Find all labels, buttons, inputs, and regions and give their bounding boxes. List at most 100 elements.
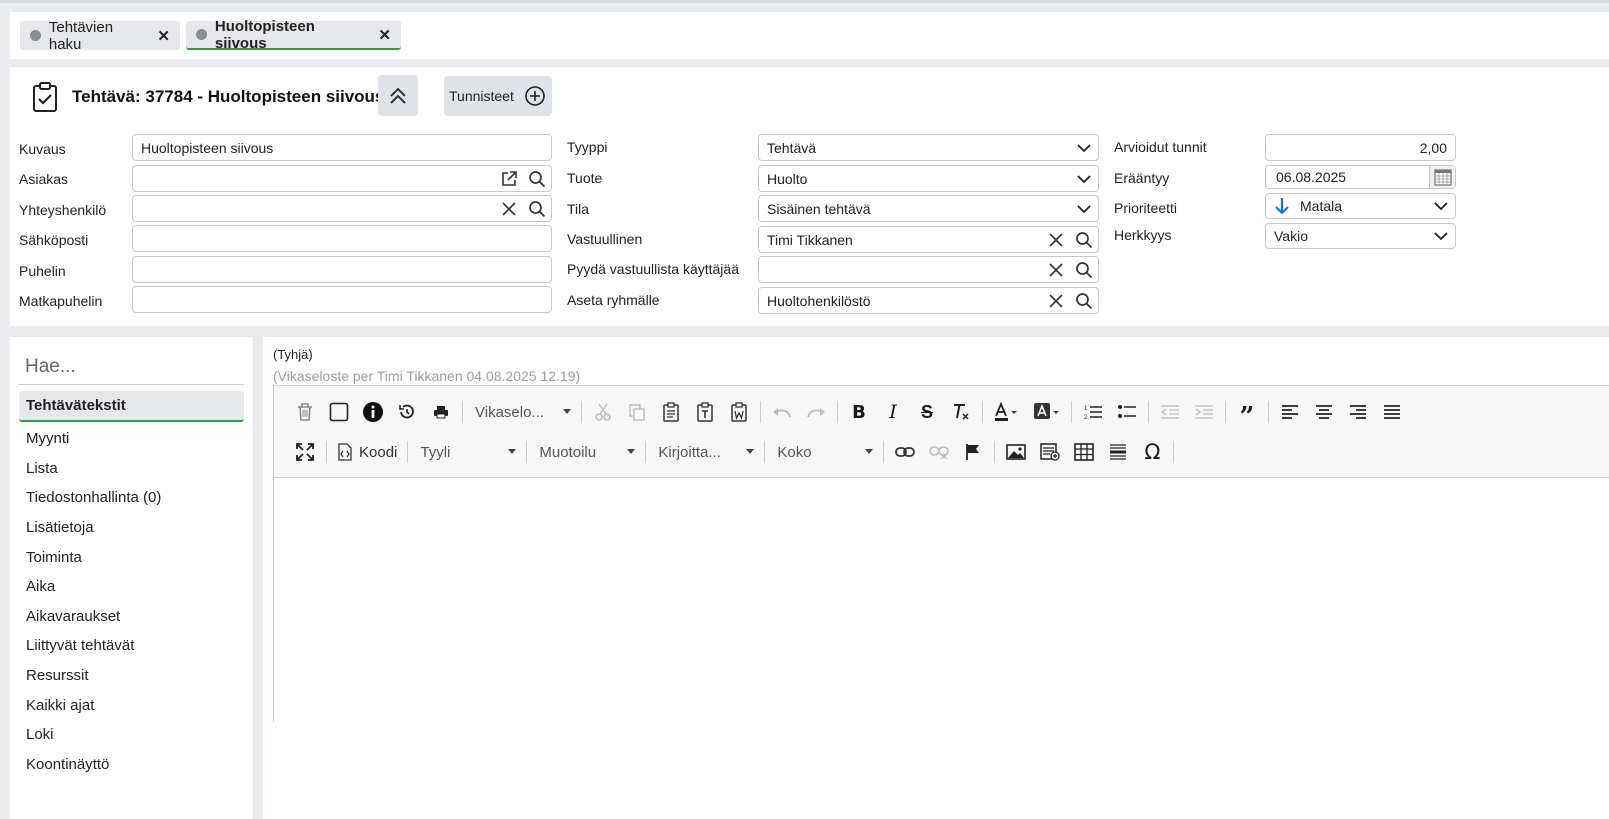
- collapse-button[interactable]: [378, 75, 418, 116]
- source-code-button[interactable]: Koodi: [331, 437, 403, 467]
- search-icon[interactable]: [1070, 288, 1098, 313]
- nav-item-tiedostonhallinta[interactable]: Tiedostonhallinta (0): [19, 483, 244, 513]
- open-external-icon[interactable]: [495, 166, 523, 191]
- print-icon[interactable]: [424, 397, 458, 427]
- arvioidut-tunnit-field[interactable]: 2,00: [1265, 134, 1456, 161]
- table-icon[interactable]: [1067, 437, 1101, 467]
- tila-select[interactable]: Sisäinen tehtävä: [758, 195, 1099, 222]
- vastuullinen-field[interactable]: Timi Tikkanen: [758, 226, 1099, 253]
- template-insert-icon[interactable]: [1033, 437, 1067, 467]
- aseta-ryhmalle-field[interactable]: Huoltohenkilöstö: [758, 287, 1099, 314]
- toolbar-separator: [837, 401, 838, 423]
- tab-huoltopisteen-siivous[interactable]: Huoltopisteen siivous ✕: [186, 18, 401, 52]
- clear-icon[interactable]: [1042, 257, 1070, 282]
- align-right-icon[interactable]: [1341, 397, 1375, 427]
- align-center-icon[interactable]: [1307, 397, 1341, 427]
- numbered-list-icon[interactable]: 12: [1076, 397, 1110, 427]
- paste-icon[interactable]: [654, 397, 688, 427]
- italic-icon[interactable]: I: [876, 397, 910, 427]
- clear-icon[interactable]: [1042, 227, 1070, 252]
- nav-item-koontinaytto[interactable]: Koontinäyttö: [19, 750, 244, 780]
- nav-item-myynti[interactable]: Myynti: [19, 424, 244, 454]
- align-left-icon[interactable]: [1273, 397, 1307, 427]
- nav-item-resurssit[interactable]: Resurssit: [19, 661, 244, 691]
- trash-icon[interactable]: [288, 397, 322, 427]
- nav-item-lisatietoja[interactable]: Lisätietoja: [19, 513, 244, 543]
- close-icon[interactable]: ✕: [378, 26, 391, 44]
- double-chevron-up-icon: [390, 87, 406, 104]
- clear-icon[interactable]: [495, 196, 523, 221]
- nav-item-tehtavatekstit[interactable]: Tehtävätekstit: [19, 391, 244, 422]
- matkapuhelin-label: Matkapuhelin: [19, 293, 103, 309]
- maximize-icon[interactable]: [288, 437, 322, 467]
- outdent-icon[interactable]: [1153, 397, 1187, 427]
- style-combo[interactable]: Tyyli: [412, 437, 522, 467]
- paste-text-icon[interactable]: [688, 397, 722, 427]
- toolbar-separator: [407, 441, 409, 463]
- nav-item-aika[interactable]: Aika: [19, 572, 244, 602]
- eraantyy-label: Erääntyy: [1114, 170, 1170, 186]
- remove-format-icon[interactable]: [944, 397, 978, 427]
- calendar-icon[interactable]: [1429, 166, 1455, 188]
- paste-word-icon[interactable]: [722, 397, 756, 427]
- pyyda-vastuullista-field[interactable]: [758, 256, 1099, 283]
- tuote-select[interactable]: Huolto: [758, 165, 1099, 192]
- redo-icon[interactable]: [799, 397, 833, 427]
- link-icon[interactable]: [888, 437, 922, 467]
- bold-icon[interactable]: B: [842, 397, 876, 427]
- text-color-icon[interactable]: [987, 397, 1027, 427]
- info-icon[interactable]: [356, 397, 390, 427]
- anchor-flag-icon[interactable]: [956, 437, 990, 467]
- undo-icon[interactable]: [765, 397, 799, 427]
- search-icon[interactable]: [523, 166, 551, 191]
- align-justify-icon[interactable]: [1375, 397, 1409, 427]
- vastuullinen-label: Vastuullinen: [567, 231, 643, 247]
- template-combo[interactable]: Vikaselo...: [467, 397, 577, 427]
- toolbar-separator: [760, 401, 761, 423]
- puhelin-field[interactable]: [132, 256, 552, 283]
- tags-button[interactable]: Tunnisteet: [444, 76, 552, 116]
- close-icon[interactable]: ✕: [157, 27, 170, 45]
- herkkyys-select[interactable]: Vakio: [1265, 223, 1456, 249]
- yhteyshenkilo-field[interactable]: [132, 195, 552, 222]
- unlink-icon[interactable]: [922, 437, 956, 467]
- nav-search-input[interactable]: [19, 354, 272, 379]
- nav-item-lista[interactable]: Lista: [19, 454, 244, 484]
- nav-item-kaikki-ajat[interactable]: Kaikki ajat: [19, 690, 244, 720]
- nav-item-aikavaraukset[interactable]: Aikavaraukset: [19, 602, 244, 632]
- strikethrough-icon[interactable]: S: [910, 397, 944, 427]
- horizontal-line-icon[interactable]: [1101, 437, 1135, 467]
- special-character-icon[interactable]: Ω: [1135, 437, 1169, 467]
- copy-icon[interactable]: [620, 397, 654, 427]
- background-color-icon[interactable]: [1027, 397, 1067, 427]
- search-icon[interactable]: [523, 196, 551, 221]
- svg-text:2: 2: [1084, 415, 1088, 421]
- search-icon[interactable]: [1070, 257, 1098, 282]
- cut-icon[interactable]: [586, 397, 620, 427]
- history-icon[interactable]: [390, 397, 424, 427]
- clear-icon[interactable]: [1042, 288, 1070, 313]
- eraantyy-value: 06.08.2025: [1276, 169, 1347, 185]
- search-icon[interactable]: [1070, 227, 1098, 252]
- sahkoposti-field[interactable]: [132, 225, 552, 252]
- nav-item-loki[interactable]: Loki: [19, 720, 244, 750]
- prioriteetti-select[interactable]: Matala: [1265, 193, 1456, 219]
- editor-text-area[interactable]: [274, 478, 1609, 723]
- image-icon[interactable]: [999, 437, 1033, 467]
- size-combo[interactable]: Koko: [769, 437, 879, 467]
- asiakas-field[interactable]: [132, 165, 552, 192]
- kuvaus-field[interactable]: Huoltopisteen siivous: [132, 134, 552, 161]
- eraantyy-date-field[interactable]: 06.08.2025: [1265, 165, 1456, 189]
- format-combo[interactable]: Muotoilu: [531, 437, 641, 467]
- nav-item-liittyvat-tehtavat[interactable]: Liittyvät tehtävät: [19, 631, 244, 661]
- blockquote-icon[interactable]: ”: [1230, 397, 1264, 432]
- tab-tehtavien-haku[interactable]: Tehtävien haku ✕: [20, 19, 180, 53]
- checkbox-icon[interactable]: [322, 397, 356, 427]
- font-combo[interactable]: Kirjoitta...: [650, 437, 760, 467]
- nav-item-toiminta[interactable]: Toiminta: [19, 542, 244, 572]
- matkapuhelin-field[interactable]: [132, 286, 552, 313]
- indent-icon[interactable]: [1187, 397, 1221, 427]
- dropdown-arrow-icon: [865, 449, 874, 454]
- bullet-list-icon[interactable]: [1110, 397, 1144, 427]
- tyyppi-select[interactable]: Tehtävä: [758, 134, 1099, 161]
